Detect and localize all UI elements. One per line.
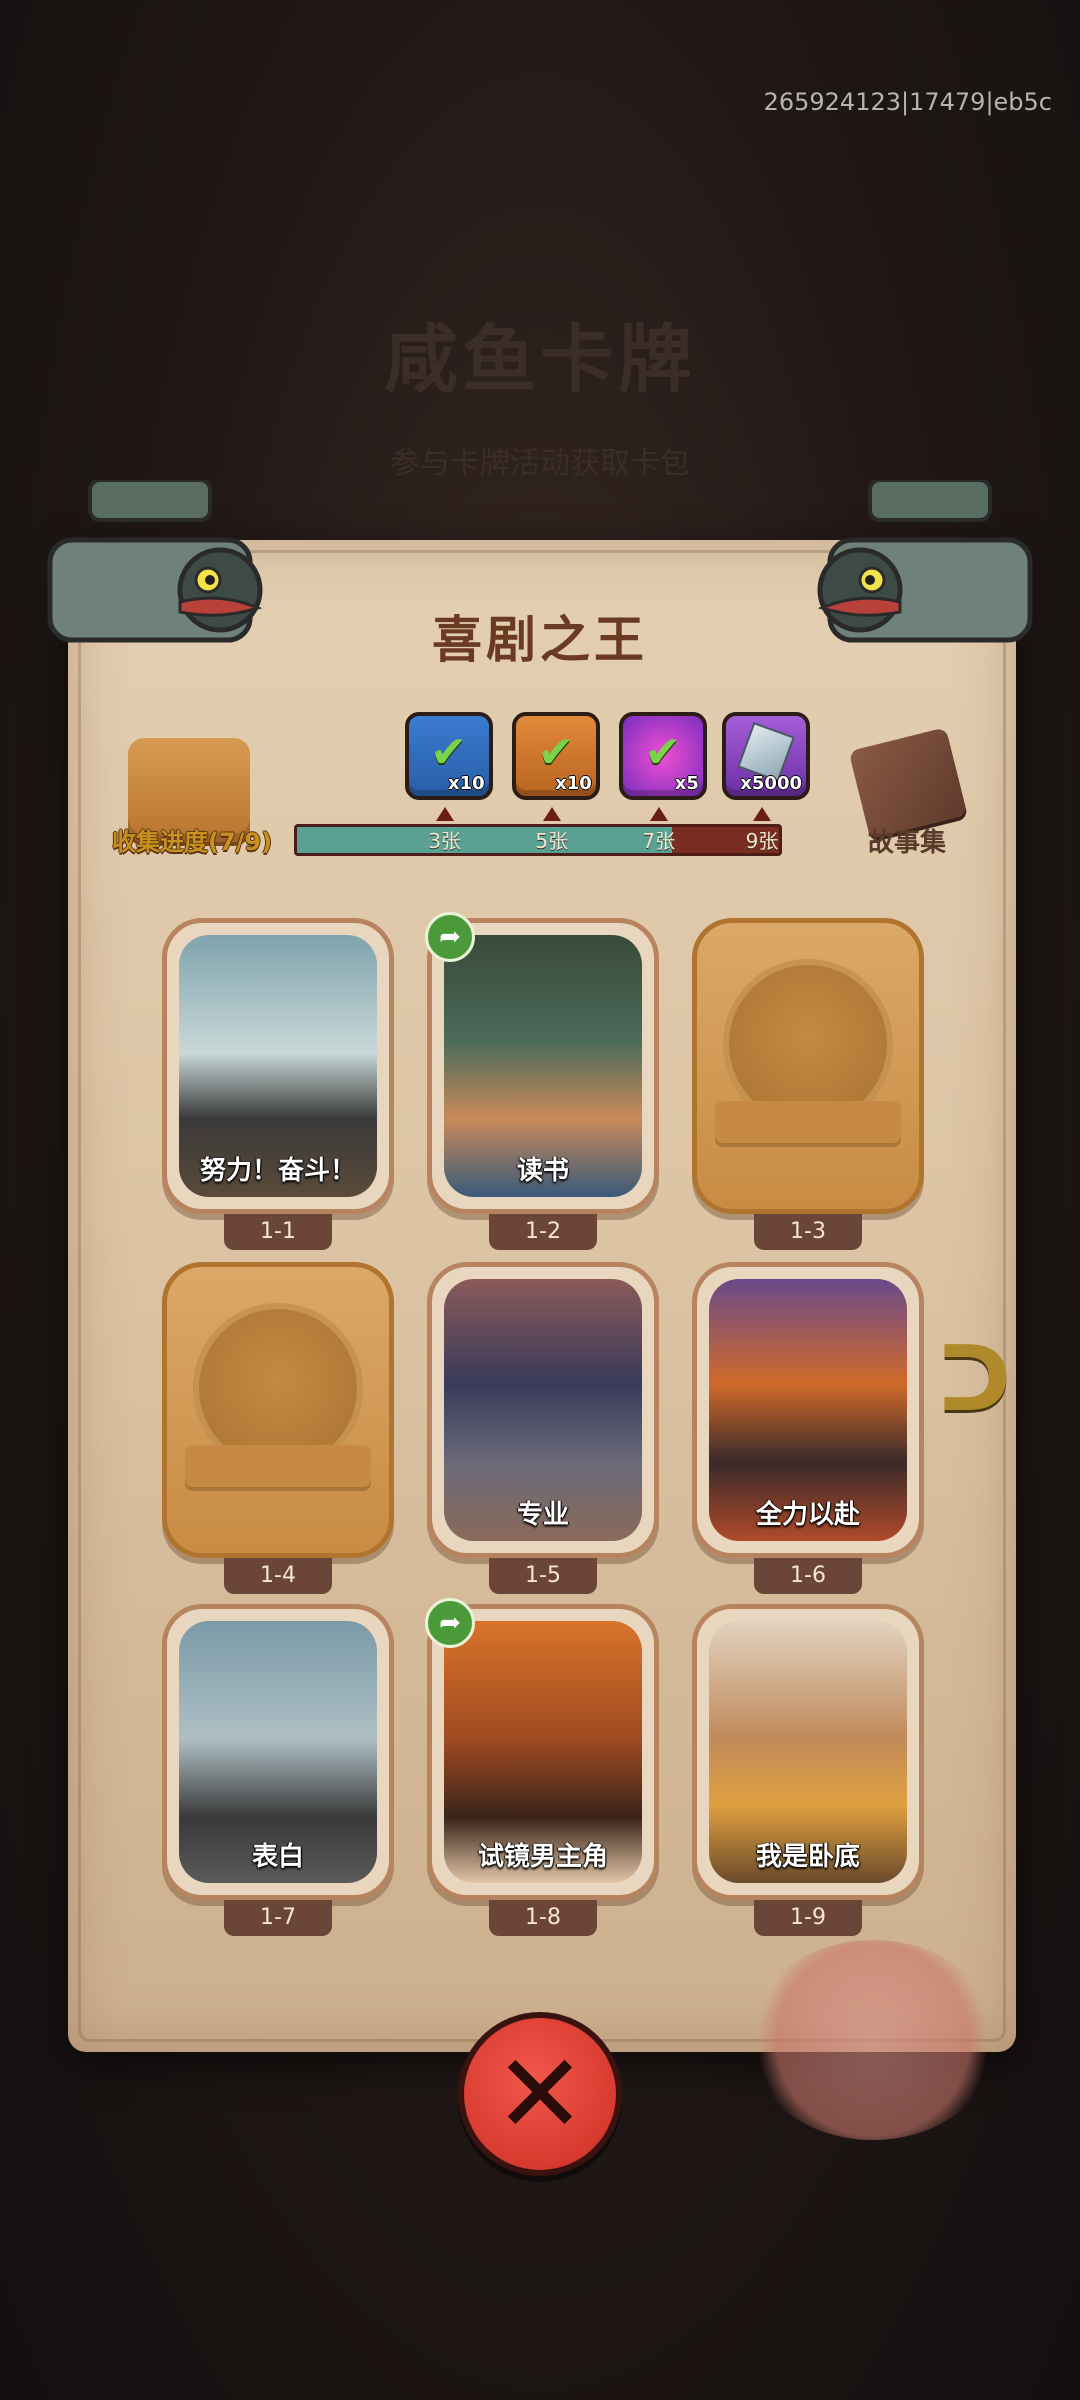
card-1-4[interactable] <box>162 1262 394 1558</box>
share-icon[interactable]: ➦ <box>425 1598 475 1648</box>
milestone-marker <box>649 807 668 821</box>
background-title: 咸鱼卡牌 <box>384 317 696 403</box>
wax-seal-stamp <box>748 1940 998 2140</box>
collection-progress-fill <box>297 827 672 853</box>
card-title: 努力！奋斗！ <box>199 1156 356 1186</box>
claimed-check-icon: ✔ <box>430 726 468 778</box>
next-page-arrow-icon[interactable]: ᑐ <box>938 1330 1011 1430</box>
milestone-label: 3张 <box>428 829 462 853</box>
card-title: 全力以赴 <box>755 1500 860 1530</box>
story-collection-label[interactable]: 故事集 <box>868 822 946 859</box>
reward-count: x5000 <box>740 773 802 794</box>
hammer-chest-icon[interactable]: ✔ x10 <box>404 712 493 800</box>
close-button[interactable]: ✕ <box>458 2012 622 2176</box>
card-number-label: 1-2 <box>489 1214 597 1250</box>
card-title: 我是卧底 <box>755 1842 860 1872</box>
card-1-2[interactable]: 读书 <box>427 918 659 1214</box>
card-1-8[interactable]: 试镜男主角 <box>427 1604 659 1900</box>
milestone-marker <box>435 807 454 821</box>
background-subtitle: 参与卡牌活动获取卡包 <box>390 446 690 481</box>
reward-count: x10 <box>555 773 592 794</box>
claimed-check-icon: ✔ <box>537 726 575 778</box>
milestone-label: 7张 <box>642 829 676 853</box>
orb-icon[interactable]: ✔ x5 <box>618 712 707 800</box>
claimed-check-icon: ✔ <box>644 726 682 778</box>
milestone-label: 5张 <box>535 829 569 853</box>
reward-count: x5 <box>674 773 699 794</box>
milestone-label: 9张 <box>745 829 779 853</box>
locked-card-ribbon <box>185 1445 371 1491</box>
card-1-7[interactable]: 表白 <box>162 1604 394 1900</box>
card-number-label: 1-8 <box>489 1900 597 1936</box>
card-1-9[interactable]: 我是卧底 <box>692 1604 924 1900</box>
card-number-label: 1-9 <box>754 1900 862 1936</box>
card-title: 表白 <box>251 1842 304 1872</box>
collection-progress-label: 收集进度(7/9) <box>112 828 273 856</box>
card-title: 专业 <box>516 1500 569 1530</box>
milestone-marker <box>753 807 771 821</box>
card-title: 试镜男主角 <box>477 1842 608 1872</box>
card-1-1[interactable]: 努力！奋斗！ <box>162 918 394 1214</box>
card-number-label: 1-4 <box>224 1558 332 1594</box>
milestone-marker <box>542 807 561 821</box>
panel-title: 喜剧之王 <box>432 611 648 669</box>
card-number-label: 1-7 <box>224 1900 332 1936</box>
card-1-5[interactable]: 专业 <box>427 1262 659 1558</box>
locked-card-ribbon <box>715 1101 901 1147</box>
session-id: 265924123|17479|eb5c <box>763 88 1052 116</box>
card-1-3[interactable] <box>692 918 924 1214</box>
card-number-label: 1-3 <box>754 1214 862 1250</box>
close-icon: ✕ <box>493 2030 587 2158</box>
scroll-chest-icon[interactable]: ✔ x10 <box>511 712 600 800</box>
card-title: 读书 <box>516 1156 569 1186</box>
share-icon[interactable]: ➦ <box>425 912 475 962</box>
card-number-label: 1-5 <box>489 1558 597 1594</box>
crystal-icon[interactable]: x5000 <box>722 712 810 800</box>
card-1-6[interactable]: 全力以赴 <box>692 1262 924 1558</box>
card-number-label: 1-1 <box>224 1214 332 1250</box>
reward-count: x10 <box>447 773 485 794</box>
card-number-label: 1-6 <box>754 1558 862 1594</box>
